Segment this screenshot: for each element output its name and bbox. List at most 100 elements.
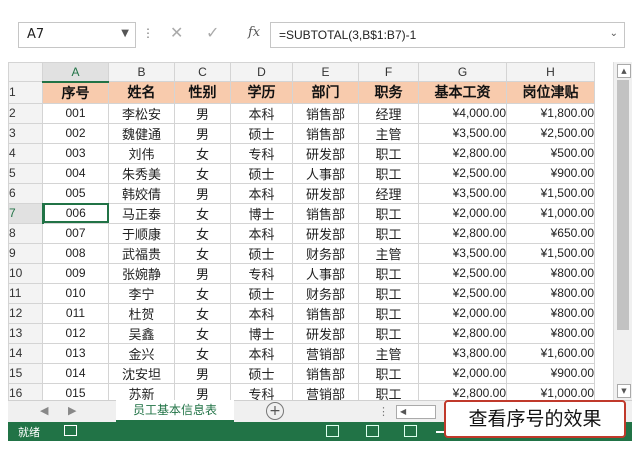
cell[interactable]: ¥3,500.00	[418, 182, 507, 204]
cell[interactable]: 学历	[230, 81, 293, 104]
cell[interactable]: 基本工资	[418, 81, 507, 104]
cell[interactable]: 金兴	[108, 342, 175, 364]
column-header-h[interactable]: H	[506, 62, 595, 82]
cell[interactable]: 013	[42, 342, 109, 364]
cell[interactable]: 销售部	[292, 362, 359, 384]
cell[interactable]: 销售部	[292, 122, 359, 144]
cell[interactable]: 专科	[230, 262, 293, 284]
vertical-scrollbar[interactable]: ▲ ▼	[613, 62, 632, 400]
cell[interactable]: 刘伟	[108, 142, 175, 164]
cell[interactable]: ¥1,800.00	[506, 102, 595, 124]
cell[interactable]: 011	[42, 302, 109, 324]
cell[interactable]: 经理	[358, 102, 419, 124]
row-number[interactable]: 10	[8, 262, 43, 284]
cell[interactable]: 李松安	[108, 102, 175, 124]
cell[interactable]: 主管	[358, 342, 419, 364]
row-number[interactable]: 4	[8, 142, 43, 164]
cell[interactable]: 005	[42, 182, 109, 204]
cell[interactable]: 男	[174, 182, 231, 204]
cell[interactable]: 004	[42, 162, 109, 184]
column-header-b[interactable]: B	[108, 62, 175, 82]
cell[interactable]: 007	[42, 222, 109, 244]
column-header-e[interactable]: E	[292, 62, 359, 82]
cell[interactable]: ¥3,500.00	[418, 242, 507, 264]
cell[interactable]: 本科	[230, 302, 293, 324]
cell[interactable]: 职工	[358, 162, 419, 184]
cell[interactable]: ¥2,500.00	[506, 122, 595, 144]
cell[interactable]: 男	[174, 102, 231, 124]
cell[interactable]: 男	[174, 362, 231, 384]
cell[interactable]: 本科	[230, 102, 293, 124]
page-break-icon[interactable]	[404, 425, 417, 437]
chevron-down-icon[interactable]: ▼	[121, 28, 129, 39]
cell[interactable]: 003	[42, 142, 109, 164]
cell[interactable]: ¥800.00	[506, 262, 595, 284]
scroll-up-icon[interactable]: ▲	[617, 64, 631, 78]
cell[interactable]: ¥800.00	[506, 302, 595, 324]
check-icon[interactable]: ✓	[206, 23, 219, 42]
cell[interactable]: 男	[174, 122, 231, 144]
cell[interactable]: 硕士	[230, 362, 293, 384]
cell[interactable]: 武福贵	[108, 242, 175, 264]
cell[interactable]: 财务部	[292, 242, 359, 264]
cell[interactable]: 女	[174, 242, 231, 264]
cell[interactable]: ¥500.00	[506, 142, 595, 164]
cell[interactable]: 财务部	[292, 282, 359, 304]
row-number[interactable]: 15	[8, 362, 43, 384]
cell[interactable]: 本科	[230, 342, 293, 364]
row-number[interactable]: 7	[8, 202, 44, 224]
cell[interactable]: 女	[174, 282, 231, 304]
insert-function-icon[interactable]: fx	[248, 25, 260, 40]
cell[interactable]: 魏健通	[108, 122, 175, 144]
sheet-table[interactable]: ABCDEFGH 1 序号 姓名 性别 学历 部门 职务 基本工资 岗位津贴 2 001 李松安男本科…	[8, 62, 595, 404]
cell[interactable]: ¥800.00	[506, 282, 595, 304]
cell[interactable]: ¥2,500.00	[418, 282, 507, 304]
cell[interactable]: 女	[174, 342, 231, 364]
cell[interactable]: 职工	[358, 202, 419, 224]
cell[interactable]: 014	[42, 362, 109, 384]
cell[interactable]: 女	[174, 162, 231, 184]
cell[interactable]: 职工	[358, 362, 419, 384]
cell[interactable]: 职工	[358, 302, 419, 324]
cell[interactable]: 研发部	[292, 142, 359, 164]
cell[interactable]: 人事部	[292, 162, 359, 184]
cell[interactable]: ¥1,500.00	[506, 242, 595, 264]
row-number[interactable]: 9	[8, 242, 43, 264]
cell[interactable]: ¥1,000.00	[506, 202, 595, 224]
cell[interactable]: 主管	[358, 122, 419, 144]
macro-record-icon[interactable]	[64, 425, 77, 436]
cell[interactable]: 销售部	[292, 202, 359, 224]
cell[interactable]: 主管	[358, 242, 419, 264]
cell[interactable]: 女	[174, 202, 231, 224]
cell[interactable]: ¥800.00	[506, 322, 595, 344]
cell[interactable]: 韩姣倩	[108, 182, 175, 204]
cell[interactable]: 博士	[230, 322, 293, 344]
cell[interactable]: 女	[174, 302, 231, 324]
cell[interactable]: 专科	[230, 142, 293, 164]
cell[interactable]: 沈安坦	[108, 362, 175, 384]
column-header-d[interactable]: D	[230, 62, 293, 82]
add-sheet-icon[interactable]: +	[266, 402, 284, 420]
row-number[interactable]: 5	[8, 162, 43, 184]
cell[interactable]: ¥2,800.00	[418, 222, 507, 244]
row-number[interactable]: 13	[8, 322, 43, 344]
cell[interactable]: 女	[174, 142, 231, 164]
normal-view-icon[interactable]	[326, 425, 339, 437]
expand-formula-icon[interactable]: ⌄	[610, 28, 618, 39]
page-layout-icon[interactable]	[366, 425, 379, 437]
cell[interactable]: 008	[42, 242, 109, 264]
cell[interactable]: 男	[174, 262, 231, 284]
select-all-corner[interactable]	[8, 62, 43, 82]
cell[interactable]: 职务	[358, 81, 419, 104]
cell[interactable]: 于顺康	[108, 222, 175, 244]
cell[interactable]: 本科	[230, 182, 293, 204]
cell[interactable]: ¥2,000.00	[418, 302, 507, 324]
row-number[interactable]: 6	[8, 182, 43, 204]
cell[interactable]: 姓名	[108, 81, 175, 104]
cell[interactable]: ¥1,600.00	[506, 342, 595, 364]
cell[interactable]: 006	[42, 202, 109, 224]
cell[interactable]: 硕士	[230, 162, 293, 184]
cell[interactable]: ¥3,800.00	[418, 342, 507, 364]
cell[interactable]: 博士	[230, 202, 293, 224]
scroll-down-icon[interactable]: ▼	[617, 384, 631, 398]
